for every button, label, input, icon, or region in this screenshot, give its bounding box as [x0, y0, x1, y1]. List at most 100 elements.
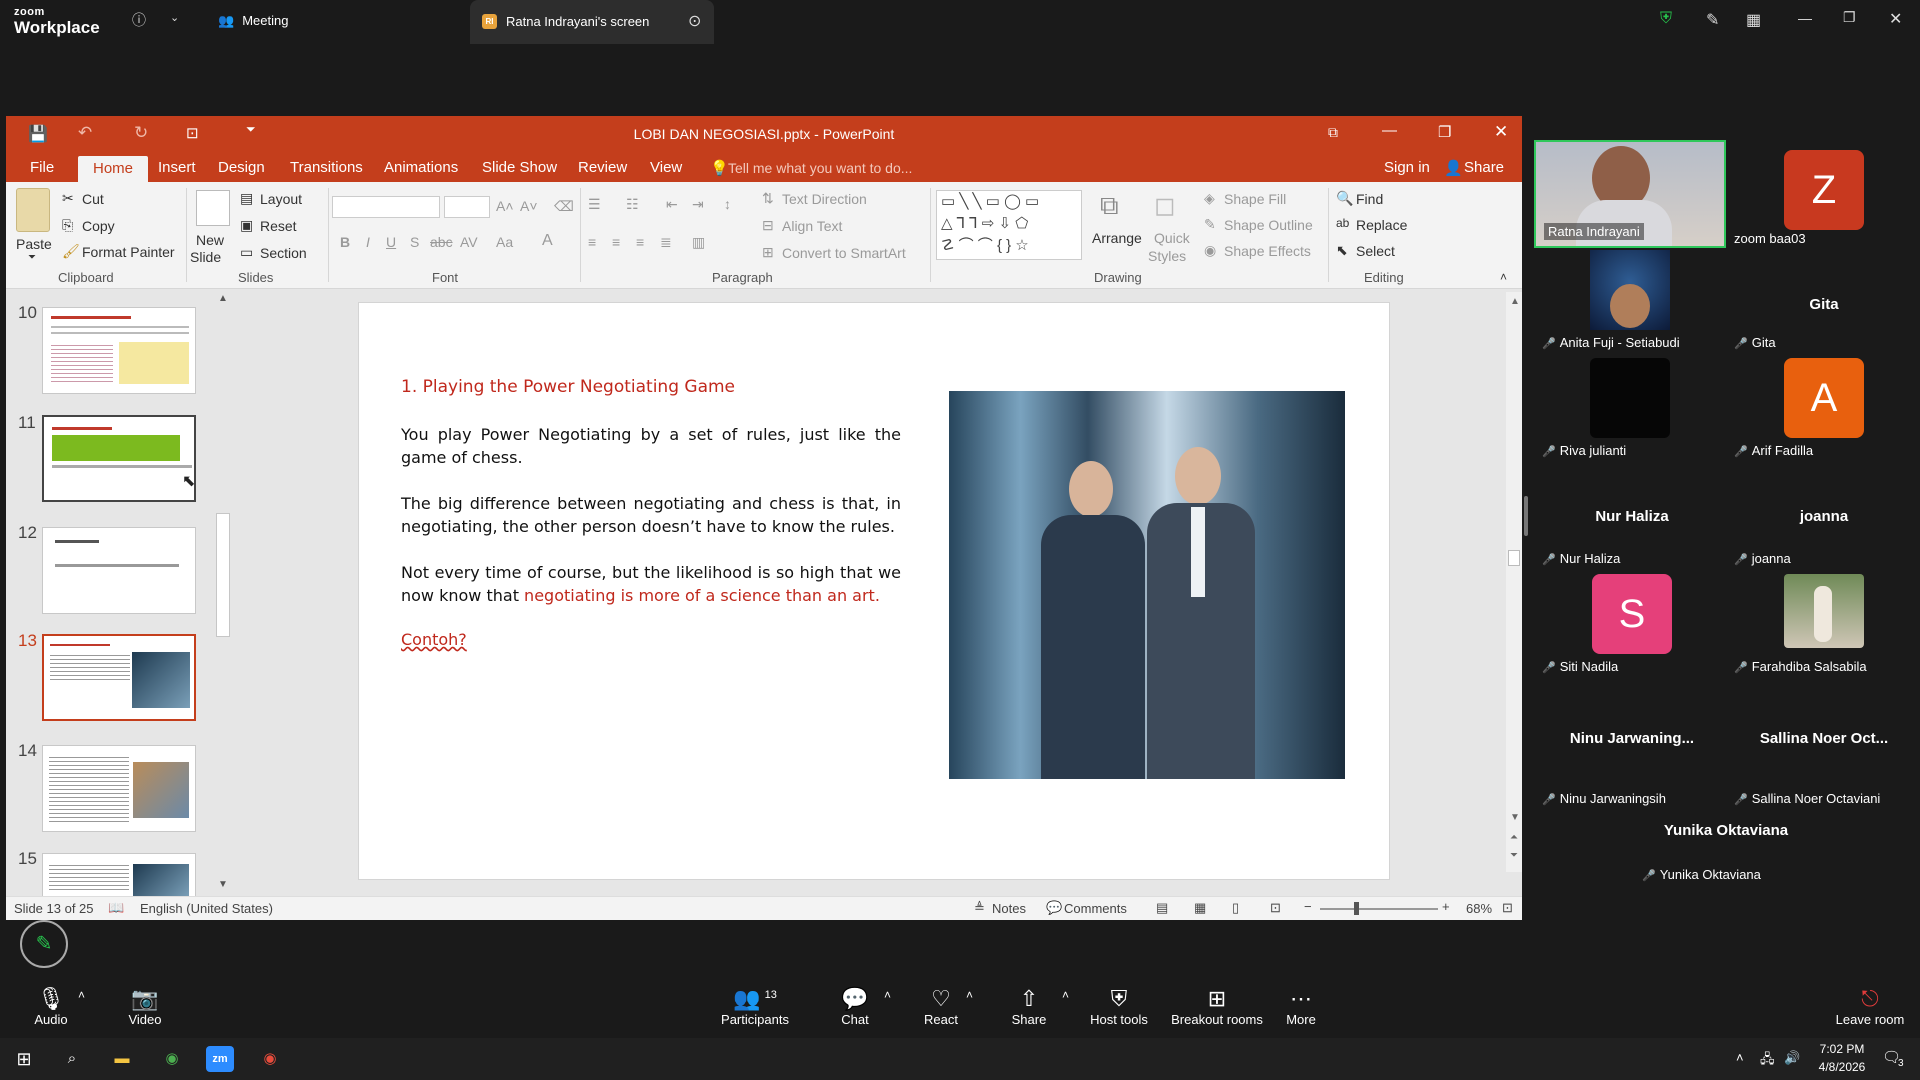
slide-thumbnail[interactable]	[42, 415, 196, 502]
italic-icon[interactable]: I	[366, 234, 370, 250]
slide-canvas[interactable]: 1. Playing the Power Negotiating Game Yo…	[358, 302, 1390, 880]
shape-fill-icon[interactable]: ◈	[1204, 190, 1215, 207]
layout-button[interactable]: Layout	[260, 191, 302, 207]
font-color-icon[interactable]: A	[542, 232, 553, 250]
sign-in-link[interactable]: Sign in	[1384, 159, 1430, 176]
spellcheck-icon[interactable]: 📖	[108, 900, 124, 916]
tab-transitions[interactable]: Transitions	[290, 159, 363, 176]
ppt-restore-icon[interactable]: ❐	[1438, 123, 1451, 141]
ppt-close-icon[interactable]: ✕	[1494, 122, 1508, 142]
video-tile[interactable]: 🎤 Riva julianti	[1534, 356, 1730, 464]
cut-button[interactable]: Cut	[82, 191, 104, 207]
slide-scrollbar[interactable]: ▲ ▼ ⏶ ⏷	[1506, 292, 1522, 872]
increase-indent-icon[interactable]: ⇥	[692, 196, 704, 213]
collapse-ribbon-icon[interactable]: ˄	[1500, 270, 1507, 284]
view-layout-icon[interactable]: ▦	[1746, 10, 1761, 30]
reset-button[interactable]: Reset	[260, 218, 297, 234]
align-center-icon[interactable]: ≡	[612, 234, 620, 250]
decrease-indent-icon[interactable]: ⇤	[666, 196, 678, 213]
slide-scroll-thumb[interactable]	[1508, 550, 1520, 566]
font-size-select[interactable]	[444, 196, 490, 218]
zoom-out-icon[interactable]: −	[1304, 899, 1312, 914]
tell-me-search[interactable]: Tell me what you want to do...	[728, 160, 912, 176]
zoom-in-icon[interactable]: +	[1442, 899, 1450, 914]
audio-options-chevron-icon[interactable]: ˄	[78, 988, 85, 1002]
justify-icon[interactable]: ≣	[660, 234, 672, 251]
previous-slide-icon[interactable]: ⏶	[1510, 832, 1518, 843]
text-direction-icon[interactable]: ⇅	[762, 190, 774, 207]
slide-thumbnail[interactable]	[42, 307, 196, 394]
quick-styles-button-line2[interactable]: Styles	[1148, 248, 1186, 264]
thumbs-scrollbar[interactable]: ▲ ▼	[214, 289, 232, 896]
chrome-icon[interactable]: ◉	[158, 1046, 186, 1072]
line-spacing-icon[interactable]: ↕	[724, 196, 731, 212]
format-painter-icon[interactable]: 🖌	[62, 243, 80, 260]
copy-button[interactable]: Copy	[82, 218, 115, 234]
align-left-icon[interactable]: ≡	[588, 234, 596, 250]
ppt-minimize-icon[interactable]: —	[1382, 122, 1397, 139]
host-tools-button[interactable]: ⛨ Host tools	[1074, 980, 1164, 1038]
video-tile[interactable]: Yunika Oktaviana 🎤 Yunika Oktaviana	[1628, 822, 1824, 930]
language-indicator[interactable]: English (United States)	[140, 901, 273, 916]
slide-thumbnail[interactable]	[42, 745, 196, 832]
more-options-icon[interactable]: ⊙	[688, 11, 701, 31]
chat-options-chevron-icon[interactable]: ˄	[884, 988, 891, 1002]
layout-icon[interactable]: ▤	[240, 190, 253, 207]
columns-icon[interactable]: ▥	[692, 234, 705, 251]
reset-icon[interactable]: ▣	[240, 217, 253, 234]
text-direction-button[interactable]: Text Direction	[782, 191, 867, 207]
align-text-icon[interactable]: ⊟	[762, 217, 774, 234]
video-tile[interactable]: Ninu Jarwaning... 🎤 Ninu Jarwaningsih	[1534, 680, 1730, 806]
shape-outline-icon[interactable]: ✎	[1204, 216, 1216, 233]
volume-icon[interactable]: 🔊	[1784, 1050, 1800, 1066]
reading-view-icon[interactable]: ▯	[1232, 900, 1239, 916]
change-case-icon[interactable]: Aa	[496, 234, 513, 250]
comments-button[interactable]: Comments	[1064, 901, 1127, 916]
thumbs-scroll-thumb[interactable]	[216, 513, 230, 637]
strikethrough-icon[interactable]: abc	[430, 234, 453, 250]
format-painter-button[interactable]: Format Painter	[82, 244, 175, 260]
align-right-icon[interactable]: ≡	[636, 234, 644, 250]
video-tile[interactable]: Sallina Noer Oct... 🎤 Sallina Noer Octavi…	[1726, 680, 1920, 806]
bullets-icon[interactable]: ☰	[588, 196, 601, 213]
copy-icon[interactable]: ⎘	[62, 217, 73, 234]
notes-icon[interactable]: ≜	[974, 900, 985, 916]
notes-button[interactable]: Notes	[992, 901, 1026, 916]
section-button[interactable]: Section	[260, 245, 307, 261]
chrome-window-icon[interactable]: ◉	[256, 1046, 284, 1072]
shape-effects-icon[interactable]: ◉	[1204, 242, 1216, 259]
video-button[interactable]: 📷 Video	[100, 980, 190, 1038]
leave-room-button[interactable]: ⎋ Leave room	[1824, 980, 1916, 1038]
replace-button[interactable]: Replace	[1356, 217, 1407, 233]
annotation-pen-button[interactable]: ✎	[20, 920, 68, 968]
comments-icon[interactable]: 💬	[1046, 900, 1062, 916]
tab-design[interactable]: Design	[218, 159, 265, 176]
tab-file[interactable]: File	[30, 159, 54, 176]
zoom-level[interactable]: 68%	[1466, 901, 1492, 916]
tab-home[interactable]: Home	[78, 156, 148, 182]
slide-sorter-icon[interactable]: ▦	[1194, 900, 1206, 916]
numbering-icon[interactable]: ☷	[626, 196, 639, 213]
clock-date[interactable]: 4/8/2026	[1812, 1060, 1872, 1074]
network-icon[interactable]: 🖧	[1760, 1050, 1775, 1072]
minimize-icon[interactable]: —	[1798, 10, 1812, 26]
video-tile-active-speaker[interactable]: Ratna Indrayani	[1534, 140, 1726, 248]
gallery-resize-handle[interactable]	[1524, 496, 1528, 536]
grow-font-icon[interactable]: A˄	[496, 198, 514, 214]
char-spacing-icon[interactable]: AV	[460, 234, 478, 250]
windows-start-icon[interactable]: ⊞	[10, 1046, 38, 1072]
underline-icon[interactable]: U	[386, 234, 396, 250]
close-icon[interactable]: ✕	[1889, 9, 1902, 29]
new-slide-button-line2[interactable]: Slide	[190, 249, 221, 265]
video-tile[interactable]: 🎤 Farahdiba Salsabila	[1726, 572, 1920, 680]
slideshow-view-icon[interactable]: ⊡	[1270, 900, 1281, 916]
annotate-pen-icon[interactable]: ✎	[1706, 10, 1719, 30]
shrink-font-icon[interactable]: A˅	[520, 198, 538, 214]
zoom-app-icon[interactable]: zm	[206, 1046, 234, 1072]
arrange-icon[interactable]: ⧉	[1100, 190, 1119, 222]
quick-styles-icon[interactable]: ◻	[1154, 190, 1176, 221]
new-slide-icon[interactable]	[196, 190, 230, 226]
replace-icon[interactable]: ab	[1336, 216, 1349, 230]
share-screen-tab[interactable]: RI Ratna Indrayani's screen ⊙	[470, 0, 714, 44]
participants-button[interactable]: 👥 13 Participants	[700, 980, 810, 1038]
